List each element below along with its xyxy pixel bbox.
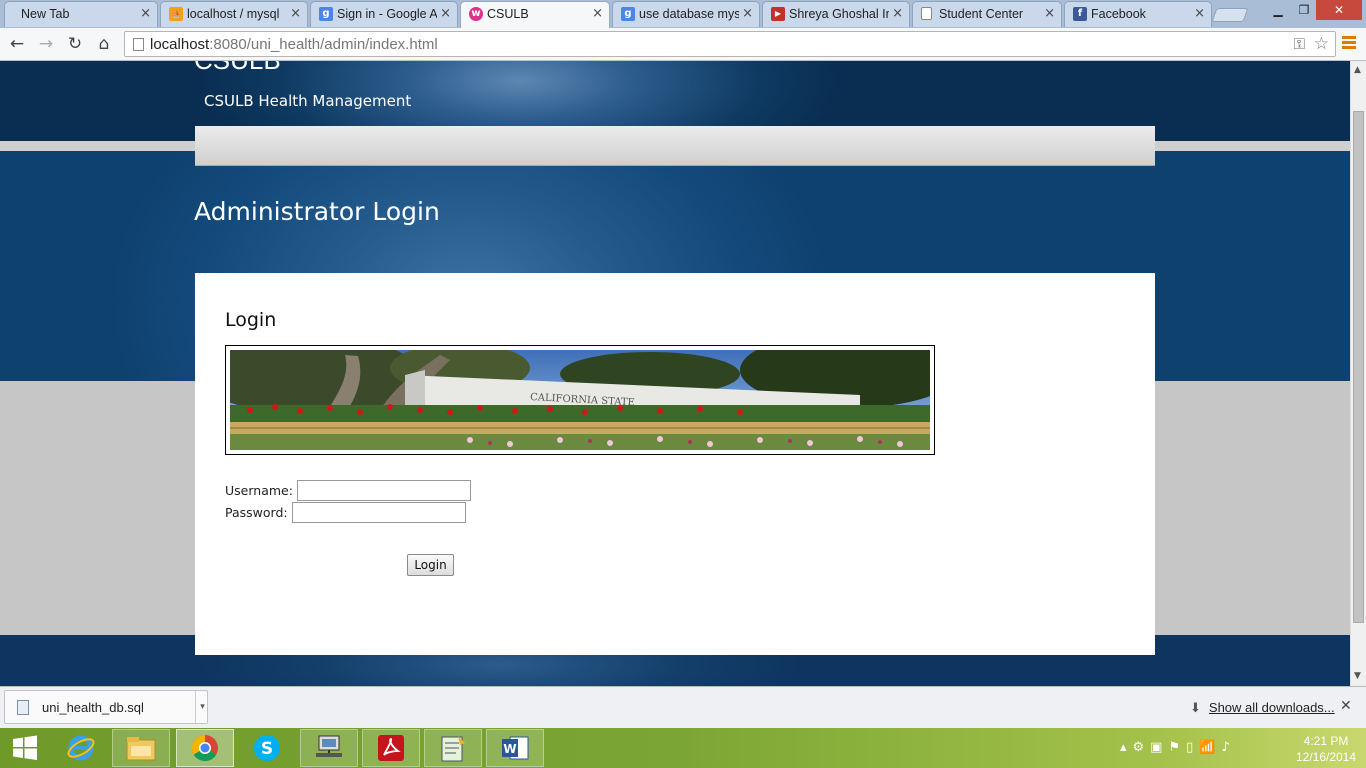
login-form: Username: Password: <box>225 479 471 523</box>
chrome-menu-icon[interactable] <box>1342 36 1356 52</box>
word-icon[interactable]: W <box>486 729 544 767</box>
login-button[interactable]: Login <box>407 554 454 576</box>
clock-time: 4:21 PM <box>1303 734 1349 748</box>
reload-icon[interactable]: ↻ <box>63 33 87 55</box>
tab-new-tab[interactable]: New Tab × <box>4 1 158 27</box>
tab-title: Shreya Ghoshal In <box>789 7 889 21</box>
tab-close-icon[interactable]: × <box>440 6 451 21</box>
tab-title: Facebook <box>1091 7 1146 21</box>
url-text[interactable]: localhost:8080/uni_health/admin/index.ht… <box>150 36 438 53</box>
youtube-icon: ▶ <box>771 7 785 21</box>
file-explorer-icon[interactable] <box>112 729 170 767</box>
tab-title: Sign in - Google A <box>337 7 437 21</box>
internet-explorer-icon[interactable] <box>52 729 110 767</box>
login-heading: Login <box>225 309 277 331</box>
csulb-icon: w <box>469 7 483 21</box>
tab-close-icon[interactable]: × <box>892 6 903 21</box>
download-arrow-icon: ⬇ <box>1190 700 1201 715</box>
chrome-icon[interactable] <box>176 729 234 767</box>
tab-close-icon[interactable]: × <box>140 6 151 21</box>
tab-close-icon[interactable]: × <box>1044 6 1055 21</box>
tab-close-icon[interactable]: × <box>742 6 753 21</box>
tab-close-icon[interactable]: × <box>592 6 603 21</box>
minimize-icon[interactable]: ▁ <box>1266 0 1290 20</box>
back-icon[interactable]: ← <box>5 33 29 55</box>
address-bar[interactable]: localhost:8080/uni_health/admin/index.ht… <box>124 31 1336 57</box>
start-icon[interactable] <box>0 729 50 767</box>
new-tab-button[interactable] <box>1211 8 1249 22</box>
show-all-label: Show all downloads... <box>1208 700 1335 715</box>
home-icon[interactable]: ⌂ <box>92 33 116 55</box>
url-path: :8080/uni_health/admin/index.html <box>209 36 438 53</box>
svg-text:S: S <box>261 739 273 759</box>
clock-date: 12/16/2014 <box>1295 750 1357 764</box>
scroll-up-icon[interactable]: ▲ <box>1354 65 1361 75</box>
close-window-icon[interactable]: ✕ <box>1316 0 1362 20</box>
vertical-scrollbar[interactable]: ▲ ▼ <box>1350 61 1366 686</box>
clock[interactable]: 4:21 PM 12/16/2014 <box>1290 733 1362 765</box>
username-row: Username: <box>225 479 471 501</box>
download-shelf: uni_health_db.sql ▾ ⬇ Show all downloads.… <box>0 686 1366 728</box>
google-icon: g <box>621 7 635 21</box>
tab-title: New Tab <box>21 7 70 21</box>
site-tagline: CSULB Health Management <box>204 92 412 110</box>
password-row: Password: <box>225 501 471 523</box>
password-label: Password: <box>225 504 288 520</box>
username-label: Username: <box>225 482 293 498</box>
notepad-icon[interactable] <box>424 729 482 767</box>
tab-phpmyadmin[interactable]: ⛵ localhost / mysql × <box>160 1 308 27</box>
skype-icon[interactable]: S <box>238 729 296 767</box>
campus-photo: CALIFORNIA STATE <box>230 350 930 450</box>
tab-csulb[interactable]: w CSULB × <box>460 1 610 29</box>
site-name: CSULB <box>194 61 281 76</box>
system-tray[interactable]: ▴⚙▣⚑▯📶♪ <box>1120 740 1236 755</box>
taskbar: S W ▴⚙▣⚑▯📶♪ 4:21 PM 12/16/2014 <box>0 728 1366 768</box>
tab-title: localhost / mysql <box>187 7 280 21</box>
phpmyadmin-icon: ⛵ <box>169 7 183 21</box>
scroll-down-icon[interactable]: ▼ <box>1354 671 1361 681</box>
forward-icon[interactable]: → <box>34 33 58 55</box>
acrobat-icon[interactable] <box>362 729 420 767</box>
google-icon: g <box>319 7 333 21</box>
tab-use-database[interactable]: g use database mysq × <box>612 1 760 27</box>
url-host: localhost <box>150 36 210 53</box>
tab-title: use database mysq <box>639 7 739 21</box>
close-shelf-icon[interactable]: ✕ <box>1340 698 1352 714</box>
tab-strip: New Tab × ⛵ localhost / mysql × g Sign i… <box>0 0 1366 29</box>
scrollbar-thumb[interactable] <box>1353 111 1364 623</box>
download-file-name: uni_health_db.sql <box>42 700 144 715</box>
tab-youtube[interactable]: ▶ Shreya Ghoshal In × <box>762 1 910 27</box>
facebook-icon: f <box>1073 7 1087 21</box>
page-icon <box>921 7 932 20</box>
restore-icon[interactable]: ❐ <box>1292 0 1316 20</box>
browser-toolbar: ← → ↻ ⌂ localhost:8080/uni_health/admin/… <box>0 28 1366 61</box>
tab-student-center[interactable]: Student Center × <box>912 1 1062 27</box>
tab-title: CSULB <box>487 7 529 21</box>
file-icon <box>17 700 29 715</box>
nav-bar <box>195 126 1155 166</box>
campus-banner-image: CALIFORNIA STATE <box>225 345 935 455</box>
tab-facebook[interactable]: f Facebook × <box>1064 1 1212 27</box>
show-all-downloads-link[interactable]: ⬇ Show all downloads... <box>1190 700 1335 716</box>
svg-text:W: W <box>503 742 516 756</box>
page-viewport: CSULB CSULB Health Management Administra… <box>0 61 1350 686</box>
network-icon[interactable] <box>300 729 358 767</box>
page-title: Administrator Login <box>194 197 440 226</box>
key-icon[interactable]: ⚿ <box>1294 35 1305 53</box>
tab-close-icon[interactable]: × <box>1194 6 1205 21</box>
page-icon <box>133 38 144 51</box>
bookmark-star-icon[interactable]: ☆ <box>1314 34 1329 54</box>
download-item[interactable]: uni_health_db.sql ▾ <box>4 690 208 724</box>
tab-title: Student Center <box>939 7 1024 21</box>
tab-close-icon[interactable]: × <box>290 6 301 21</box>
chevron-down-icon[interactable]: ▾ <box>195 691 209 723</box>
password-input[interactable] <box>291 501 466 523</box>
tab-google-signin[interactable]: g Sign in - Google A × <box>310 1 458 27</box>
login-panel: Login CALIFORNIA STATE Username: Passwor… <box>195 273 1155 655</box>
username-input[interactable] <box>296 479 471 501</box>
